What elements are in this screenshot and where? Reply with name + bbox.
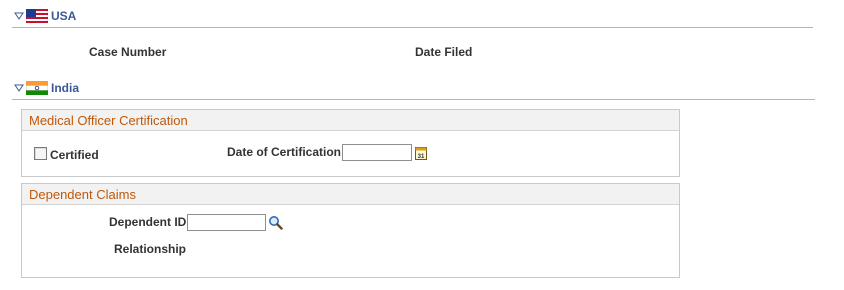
medical-officer-certification-title: Medical Officer Certification (22, 110, 679, 131)
usa-section-title[interactable]: USA (51, 9, 76, 23)
usa-divider (12, 27, 813, 28)
collapse-triangle-icon[interactable] (14, 83, 24, 93)
date-of-certification-input[interactable] (342, 144, 412, 161)
certified-label: Certified (50, 148, 99, 162)
magnifier-icon[interactable] (268, 215, 283, 230)
certified-checkbox[interactable] (34, 147, 47, 160)
case-number-label: Case Number (89, 45, 167, 59)
dependent-claims-title: Dependent Claims (22, 184, 679, 205)
calendar-icon-text: 31 (418, 154, 425, 160)
usa-section-header[interactable]: USA (14, 6, 76, 26)
collapse-triangle-icon[interactable] (14, 11, 24, 21)
calendar-icon[interactable]: 31 (415, 146, 427, 160)
dependent-claims-group: Dependent Claims (21, 183, 680, 278)
india-section-header[interactable]: India (14, 78, 79, 98)
india-divider (12, 99, 815, 100)
india-flag-icon (26, 81, 48, 95)
relationship-label: Relationship (114, 242, 187, 256)
date-filed-label: Date Filed (415, 45, 473, 59)
medical-officer-certification-group: Medical Officer Certification (21, 109, 680, 177)
date-of-certification-label: Date of Certification (227, 145, 342, 159)
dependent-id-input[interactable] (187, 214, 266, 231)
usa-flag-icon (26, 9, 48, 23)
india-section-title[interactable]: India (51, 81, 79, 95)
dependent-id-label: Dependent ID (109, 215, 187, 229)
